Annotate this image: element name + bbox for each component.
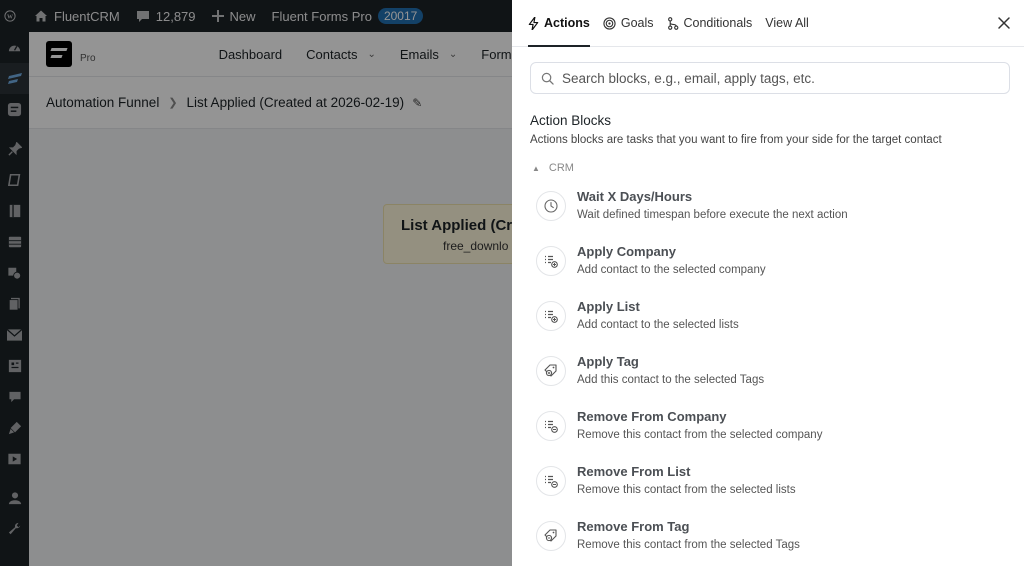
search-input[interactable] — [562, 70, 1002, 86]
block-remove-from-tag[interactable]: Remove From Tag Remove this contact from … — [536, 517, 1006, 566]
drawer-tabs: Actions Goals Conditionals View All — [512, 0, 1024, 47]
section-description: Actions blocks are tasks that you want t… — [530, 134, 942, 146]
list-plus-icon — [536, 301, 566, 331]
block-remove-from-list[interactable]: Remove From List Remove this contact from… — [536, 462, 1006, 517]
block-description: Remove this contact from the selected co… — [577, 429, 823, 441]
group-toggle-crm[interactable]: ▲ CRM — [532, 162, 574, 174]
block-title: Remove From Company — [577, 409, 727, 424]
block-apply-list[interactable]: Apply List Add contact to the selected li… — [536, 297, 1006, 352]
block-title: Apply Tag — [577, 354, 639, 369]
bolt-icon — [528, 16, 539, 30]
list-plus-icon — [536, 246, 566, 276]
tab-view-all[interactable]: View All — [765, 0, 809, 46]
list-minus-icon — [536, 466, 566, 496]
block-selector-drawer: Actions Goals Conditionals View All Acti… — [512, 0, 1024, 566]
tag-plus-icon — [536, 356, 566, 386]
block-wait[interactable]: Wait X Days/Hours Wait defined timespan b… — [536, 187, 1006, 242]
group-label: CRM — [548, 162, 574, 174]
block-description: Add this contact to the selected Tags — [577, 374, 765, 386]
block-description: Add contact to the selected company — [577, 264, 766, 276]
tab-actions-label: Actions — [544, 16, 590, 30]
block-title: Remove From List — [577, 464, 691, 479]
section-title: Action Blocks — [530, 113, 612, 128]
block-title: Remove From Tag — [577, 519, 690, 534]
search-icon — [541, 72, 554, 85]
clock-icon — [536, 191, 566, 221]
block-remove-from-company[interactable]: Remove From Company Remove this contact f… — [536, 407, 1006, 462]
close-icon[interactable] — [996, 15, 1012, 31]
list-minus-icon — [536, 411, 566, 441]
block-description: Remove this contact from the selected Ta… — [577, 539, 800, 551]
block-apply-tag[interactable]: Apply Tag Add this contact to the selecte… — [536, 352, 1006, 407]
tag-minus-icon — [536, 521, 566, 551]
search-field[interactable] — [530, 62, 1010, 94]
tab-conditionals-label: Conditionals — [683, 16, 753, 30]
tab-goals[interactable]: Goals — [603, 0, 654, 46]
tab-view-all-label: View All — [765, 16, 809, 30]
block-title: Apply Company — [577, 244, 676, 259]
block-description: Remove this contact from the selected li… — [577, 484, 796, 496]
branch-icon — [667, 16, 678, 30]
tab-conditionals[interactable]: Conditionals — [667, 0, 753, 46]
tab-actions[interactable]: Actions — [528, 0, 590, 47]
block-description: Add contact to the selected lists — [577, 319, 739, 331]
caret-up-icon: ▲ — [532, 163, 540, 173]
block-title: Wait X Days/Hours — [577, 189, 693, 204]
target-icon — [603, 16, 616, 30]
action-blocks-list: Wait X Days/Hours Wait defined timespan b… — [536, 187, 1006, 566]
modal-overlay[interactable] — [0, 0, 512, 566]
block-apply-company[interactable]: Apply Company Add contact to the selected… — [536, 242, 1006, 297]
block-title: Apply List — [577, 299, 640, 314]
block-description: Wait defined timespan before execute the… — [577, 209, 848, 221]
tab-goals-label: Goals — [620, 16, 654, 30]
